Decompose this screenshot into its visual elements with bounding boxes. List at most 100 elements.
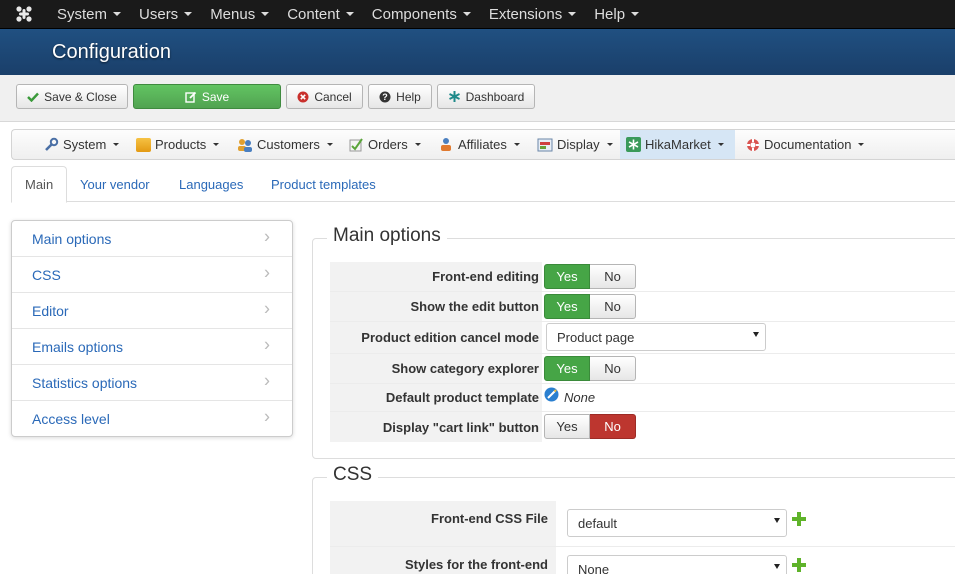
chevron-right-icon: › — [264, 406, 270, 427]
row-styles-frontend: Styles for the front-end None — [330, 547, 955, 574]
hmenu-label: Affiliates — [458, 137, 507, 152]
select-arrow-icon — [774, 518, 780, 523]
save-close-label: Save & Close — [44, 89, 117, 104]
cancel-mode-select[interactable]: Product page — [546, 323, 766, 351]
checkmark-icon — [27, 92, 40, 102]
show-edit-button-label: Show the edit button — [330, 292, 542, 321]
menu-extensions[interactable]: Extensions — [480, 0, 585, 29]
yes-button[interactable]: Yes — [544, 356, 590, 381]
edit-icon — [185, 91, 197, 103]
hmenu-label: HikaMarket — [645, 137, 711, 152]
no-button[interactable]: No — [590, 414, 636, 439]
hmenu-system[interactable]: System — [38, 130, 125, 159]
main-options-fieldset: Main options Front-end editing Yes No Sh… — [312, 225, 955, 459]
css-fieldset: CSS Front-end CSS File default Styles fo… — [312, 464, 955, 574]
page-title: Configuration — [52, 40, 171, 63]
category-explorer-toggle: Yes No — [544, 356, 636, 381]
sidenav-label: Access level — [32, 411, 110, 427]
sidenav-label: Statistics options — [32, 374, 138, 391]
sidenav-editor[interactable]: Editor › — [12, 293, 292, 329]
menu-menus[interactable]: Menus — [201, 0, 278, 29]
page-header: Configuration — [0, 29, 955, 75]
no-button[interactable]: No — [590, 264, 636, 289]
hmenu-products[interactable]: Products — [130, 130, 225, 159]
menu-help[interactable]: Help — [585, 0, 648, 29]
lifebuoy-icon — [746, 138, 760, 152]
help-button[interactable]: ? Help — [368, 84, 432, 109]
hmenu-affiliates[interactable]: Affiliates — [433, 130, 526, 159]
hmenu-label: Products — [155, 137, 207, 152]
chevron-down-icon — [184, 12, 193, 16]
yes-button[interactable]: Yes — [544, 294, 590, 319]
styles-frontend-label: Styles for the front-end — [330, 547, 556, 574]
cancel-mode-value: Product page — [557, 329, 635, 345]
sidenav-statistics-options[interactable]: Statistics options › — [12, 365, 292, 401]
sidenav-main-options[interactable]: Main options › — [12, 221, 292, 257]
save-button[interactable]: Save — [133, 84, 281, 109]
dashboard-label: Dashboard — [465, 89, 525, 104]
chevron-down-icon — [261, 12, 270, 16]
config-tabs: Main Your vendor Languages Product templ… — [11, 166, 955, 203]
hmenu-label: System — [63, 137, 107, 152]
toolbar: Save & Close Save Cancel ? Help Dashboar… — [0, 75, 955, 122]
chevron-right-icon: › — [264, 261, 270, 282]
sidenav-css[interactable]: CSS › — [12, 257, 292, 293]
side-navigation: Main options › CSS › Editor › Emails option… — [11, 220, 293, 437]
frontend-css-select[interactable]: default — [567, 509, 787, 537]
menu-label: Content — [287, 5, 340, 23]
chevron-down-icon — [345, 12, 354, 16]
hmenu-orders[interactable]: Orders — [343, 130, 427, 159]
box-icon — [136, 137, 151, 152]
sidenav-emails-options[interactable]: Emails options › — [12, 329, 292, 365]
yes-button[interactable]: Yes — [544, 264, 590, 289]
add-icon[interactable] — [791, 511, 807, 527]
chevron-down-icon — [326, 143, 333, 146]
hmenu-label: Documentation — [764, 137, 852, 152]
no-button[interactable]: No — [590, 294, 636, 319]
display-icon — [537, 138, 553, 152]
save-close-button[interactable]: Save & Close — [16, 84, 128, 109]
row-frontend-editing: Front-end editing Yes No — [330, 262, 955, 292]
no-button[interactable]: No — [590, 356, 636, 381]
add-icon[interactable] — [791, 557, 807, 573]
help-label: Help — [396, 89, 421, 104]
menu-content[interactable]: Content — [278, 0, 363, 29]
cancel-button[interactable]: Cancel — [286, 84, 363, 109]
tab-product-templates[interactable]: Product templates — [258, 166, 389, 202]
sidenav-label: Emails options — [32, 338, 124, 355]
select-arrow-icon — [753, 332, 759, 337]
menu-components[interactable]: Components — [363, 0, 480, 29]
yes-button[interactable]: Yes — [544, 414, 590, 439]
hmenu-documentation[interactable]: Documentation — [740, 130, 870, 159]
select-arrow-icon — [774, 564, 780, 569]
css-legend: CSS — [327, 464, 379, 486]
row-show-edit-button: Show the edit button Yes No — [330, 292, 955, 322]
hmenu-customers[interactable]: Customers — [231, 130, 339, 159]
menu-users[interactable]: Users — [130, 0, 201, 29]
frontend-editing-toggle: Yes No — [544, 264, 636, 289]
chevron-down-icon — [113, 12, 122, 16]
tab-your-vendor[interactable]: Your vendor — [67, 166, 163, 202]
edit-pencil-icon[interactable] — [544, 387, 559, 402]
hikamarket-icon — [448, 90, 461, 103]
category-explorer-label: Show category explorer — [330, 354, 542, 383]
row-cart-link: Display "cart link" button Yes No — [330, 412, 955, 442]
top-navbar: System Users Menus Content Components Ex… — [0, 0, 955, 29]
menu-label: Extensions — [488, 5, 563, 23]
hmenu-display[interactable]: Display — [531, 130, 619, 159]
wrench-icon — [44, 137, 59, 152]
dashboard-button[interactable]: Dashboard — [437, 84, 535, 109]
show-edit-button-toggle: Yes No — [544, 294, 636, 319]
joomla-icon[interactable] — [0, 0, 48, 29]
svg-text:?: ? — [382, 92, 388, 102]
tab-main[interactable]: Main — [11, 166, 68, 203]
menu-system[interactable]: System — [48, 0, 130, 29]
styles-frontend-select[interactable]: None — [567, 555, 787, 574]
sidenav-access-level[interactable]: Access level › — [12, 401, 292, 437]
sidenav-label: CSS — [32, 266, 61, 283]
hikamarket-icon — [626, 137, 641, 152]
tab-languages[interactable]: Languages — [166, 166, 256, 202]
hmenu-hikamarket[interactable]: HikaMarket — [620, 130, 735, 159]
hikamarket-menu: System Products Customers Orders Affilia… — [11, 129, 955, 160]
frontend-css-label: Front-end CSS File — [330, 501, 556, 546]
